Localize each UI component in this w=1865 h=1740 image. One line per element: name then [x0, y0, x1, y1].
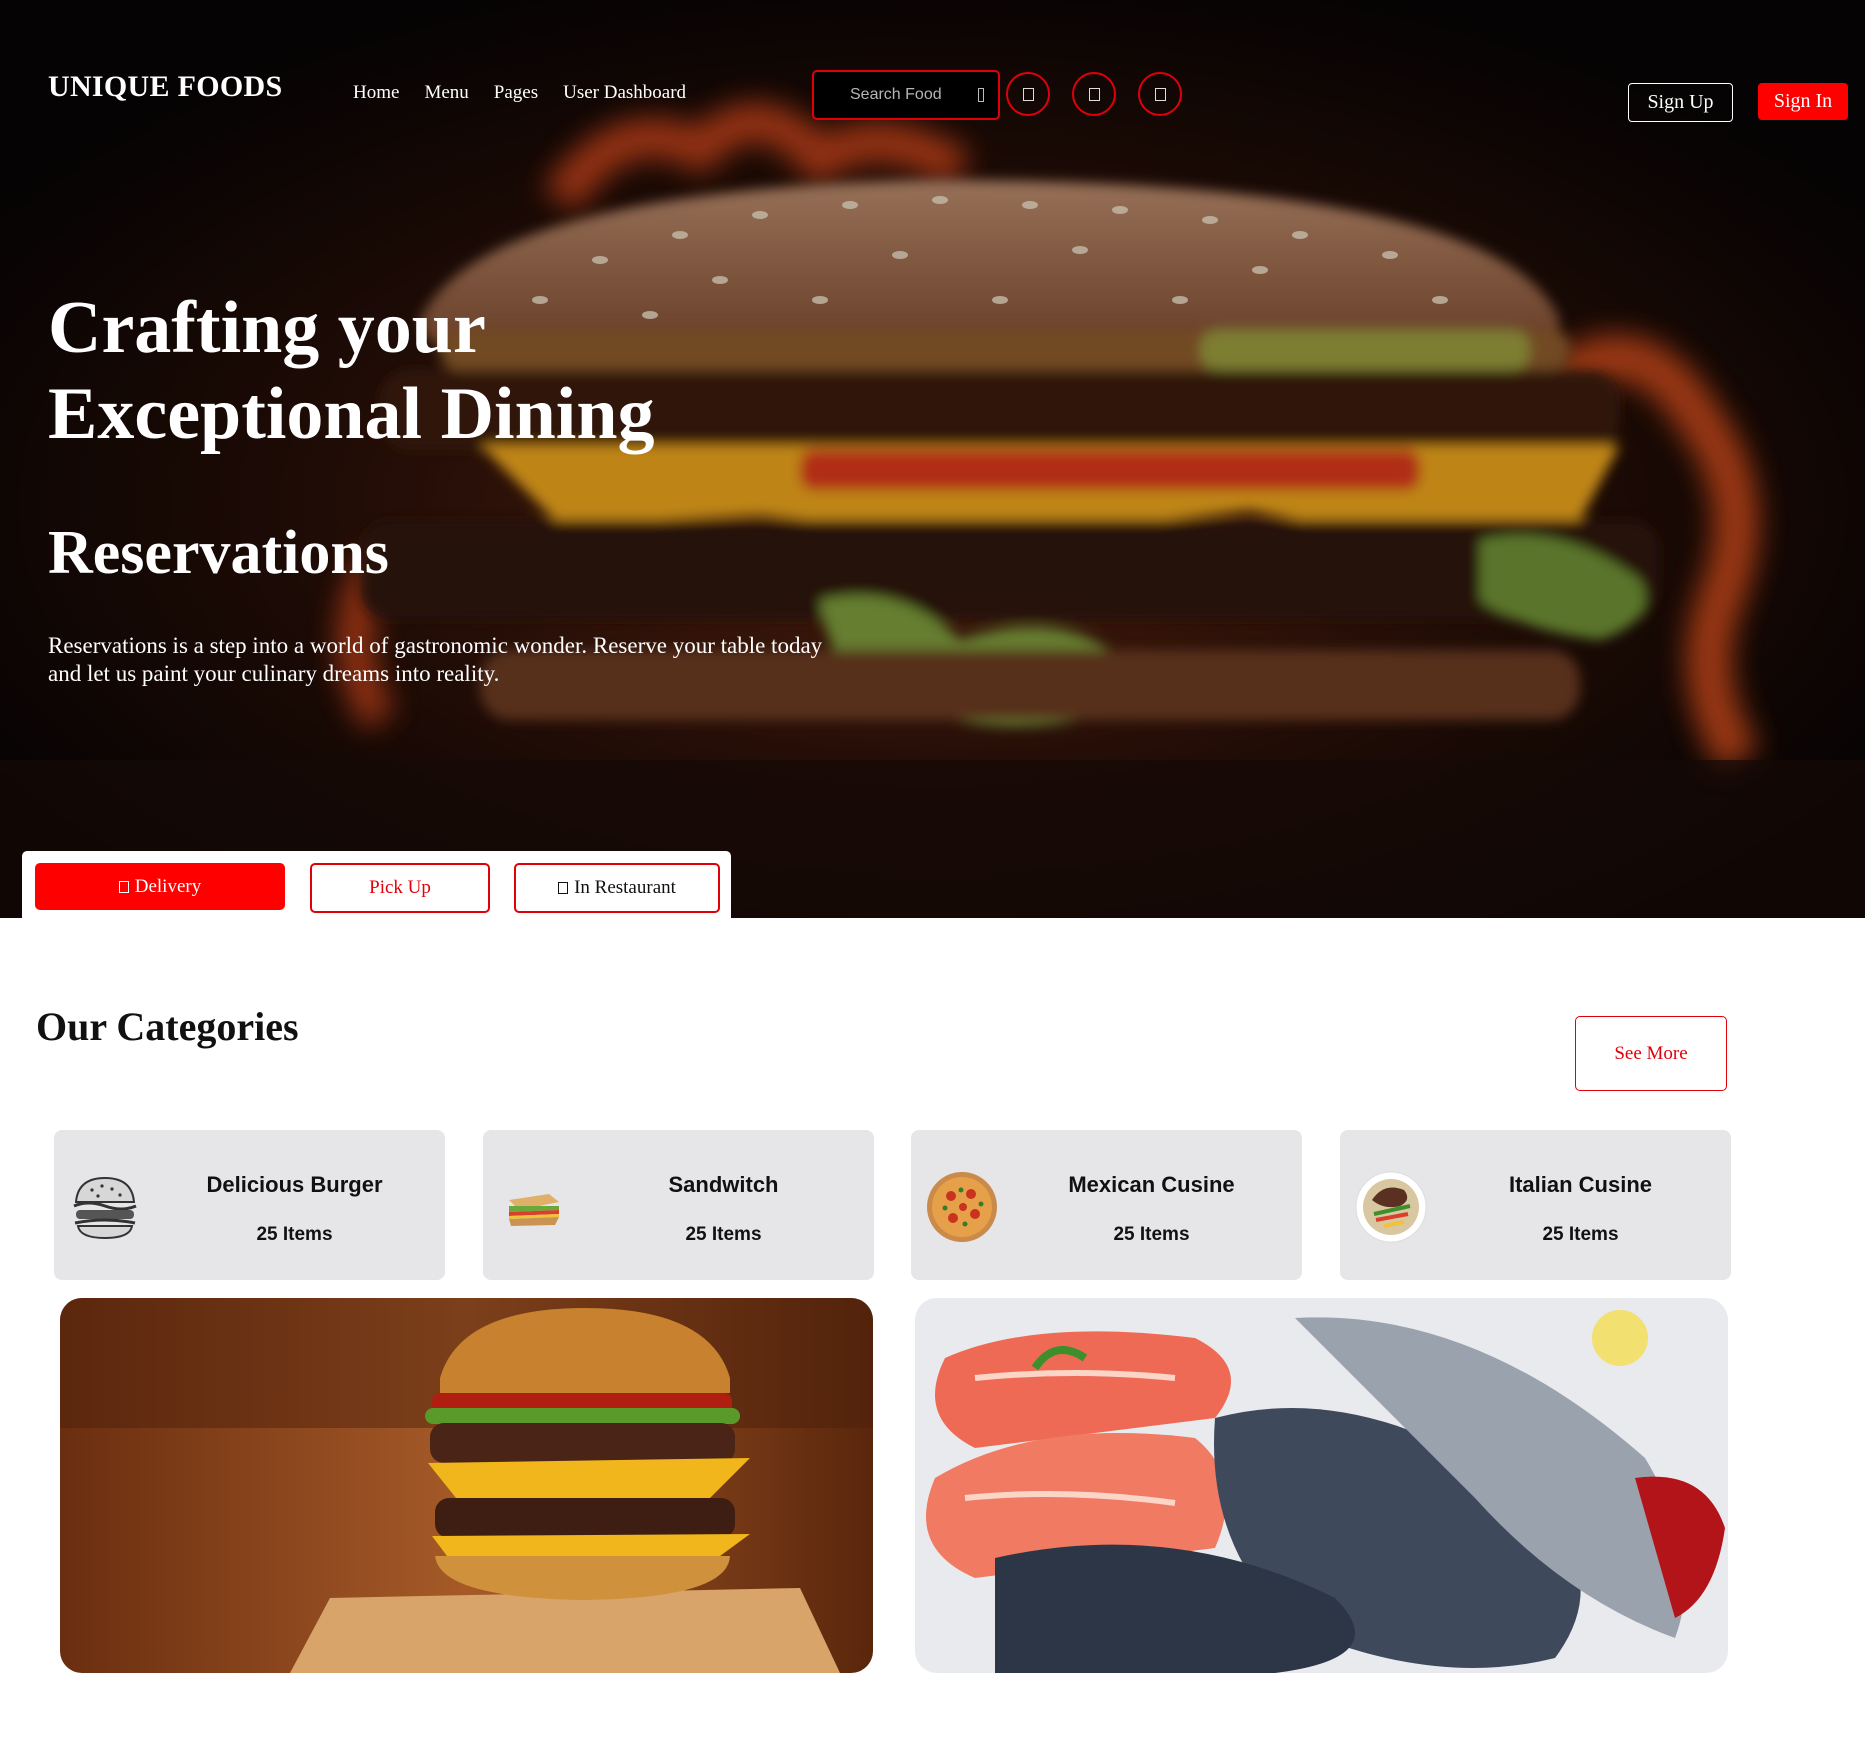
pick-up-label: Pick Up — [369, 877, 431, 898]
see-more-button[interactable]: See More — [1575, 1016, 1727, 1091]
search-icon[interactable] — [978, 88, 984, 102]
utensils-icon — [558, 882, 569, 894]
cart-button[interactable] — [1072, 72, 1116, 116]
hero-title: Crafting your Exceptional Dining — [48, 287, 655, 455]
category-count: 25 Items — [256, 1224, 333, 1245]
seafood-banner-image[interactable] — [915, 1298, 1728, 1673]
burger-thumbnail — [73, 1176, 137, 1240]
heart-icon — [1022, 87, 1034, 101]
order-mode-panel: Delivery Pick Up In Restaurant — [22, 851, 731, 918]
category-count: 25 Items — [1113, 1224, 1190, 1245]
category-name: Delicious Burger — [206, 1172, 383, 1197]
user-icon — [1154, 87, 1166, 101]
category-count: 25 Items — [685, 1224, 762, 1245]
main-nav: Home Menu Pages User Dashboard — [353, 82, 686, 104]
category-name: Sandwitch — [668, 1172, 779, 1197]
category-card-sandwich[interactable]: Sandwitch 25 Items — [483, 1130, 874, 1280]
burger-banner-image[interactable] — [60, 1298, 873, 1673]
in-restaurant-button[interactable]: In Restaurant — [514, 863, 720, 913]
hero-burger-image — [0, 0, 1865, 918]
nav-home[interactable]: Home — [353, 82, 399, 104]
brand-logo[interactable]: UNIQUE FOODS — [48, 70, 282, 104]
hero-section: UNIQUE FOODS Home Menu Pages User Dashbo… — [0, 0, 1865, 918]
category-count: 25 Items — [1542, 1224, 1619, 1245]
category-name: Italian Cusine — [1508, 1172, 1653, 1197]
heart-button[interactable] — [1006, 72, 1050, 116]
category-card-italian[interactable]: Italian Cusine 25 Items — [1340, 1130, 1731, 1280]
pizza-thumbnail — [927, 1172, 997, 1242]
category-card-mexican[interactable]: Mexican Cusine 25 Items — [911, 1130, 1302, 1280]
sandwich-thumbnail — [509, 1194, 559, 1226]
italian-dish-thumbnail — [1355, 1171, 1427, 1243]
user-button[interactable] — [1138, 72, 1182, 116]
search-box — [812, 70, 1000, 120]
category-card-burger[interactable]: Delicious Burger 25 Items — [54, 1130, 445, 1280]
pick-up-button[interactable]: Pick Up — [310, 863, 490, 913]
sign-in-button[interactable]: Sign In — [1758, 83, 1848, 120]
cart-icon — [1088, 87, 1100, 101]
hero-subtitle: Reservations — [48, 519, 389, 587]
delivery-button[interactable]: Delivery — [35, 863, 285, 910]
hero-description: Reservations is a step into a world of g… — [48, 633, 823, 686]
nav-menu[interactable]: Menu — [424, 82, 468, 104]
delivery-label: Delivery — [134, 875, 202, 897]
nav-pages[interactable]: Pages — [494, 82, 538, 104]
sign-up-button[interactable]: Sign Up — [1628, 83, 1733, 122]
nav-user-dashboard[interactable]: User Dashboard — [563, 82, 686, 104]
in-restaurant-label: In Restaurant — [574, 877, 676, 898]
truck-icon — [118, 880, 129, 893]
categories-title: Our Categories — [36, 1004, 299, 1049]
search-input[interactable] — [850, 86, 970, 104]
category-name: Mexican Cusine — [1068, 1172, 1235, 1197]
